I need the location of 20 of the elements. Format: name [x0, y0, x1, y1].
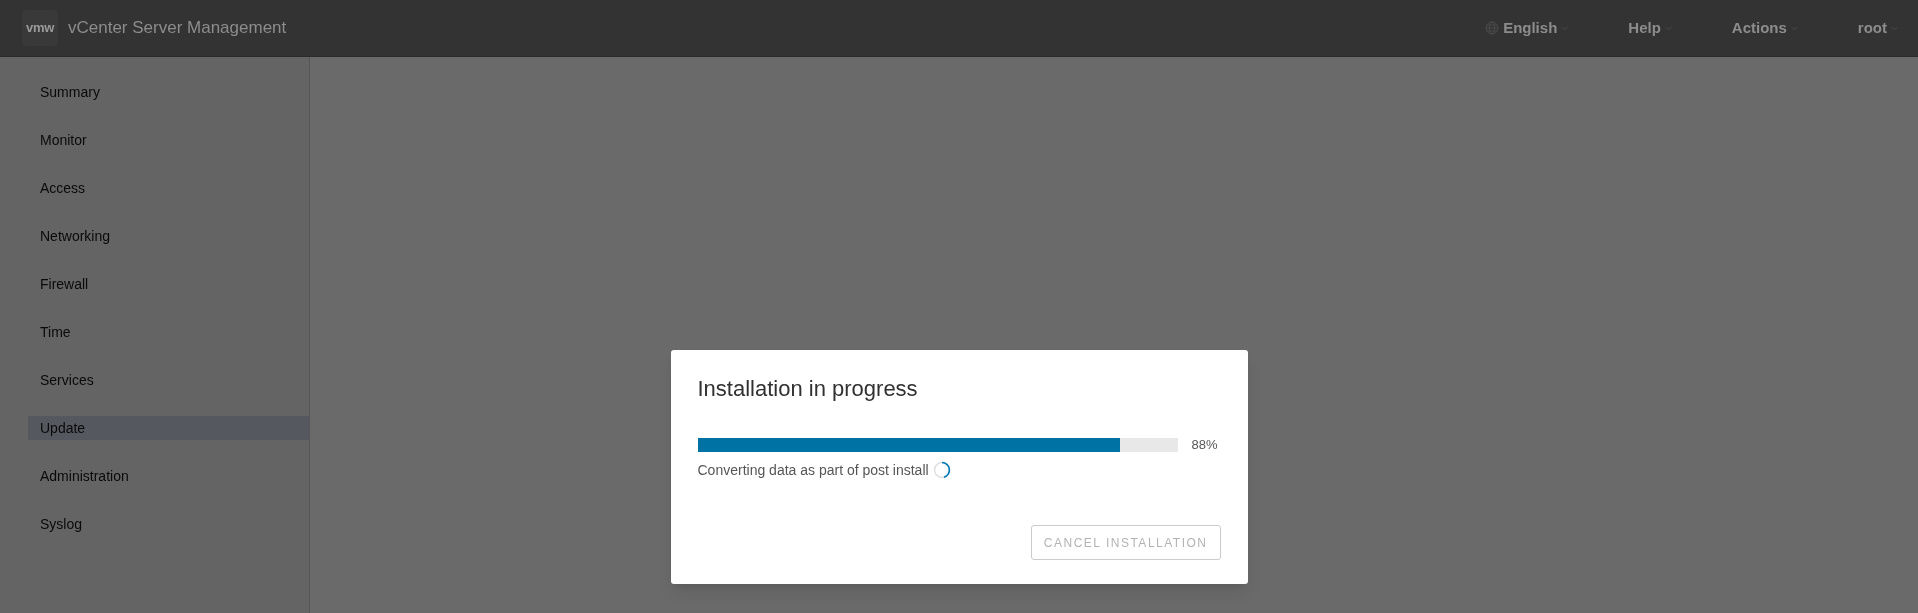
menu-button[interactable]: Actions — [1731, 16, 1798, 40]
dialog-title: Installation in progress — [697, 375, 919, 403]
status-text: Converting data as part of post install — [697, 460, 929, 480]
sidebar-item[interactable]: Syslog — [28, 512, 309, 536]
menu-button[interactable]: Help — [1628, 16, 1672, 40]
sidebar-item[interactable]: Summary — [28, 80, 309, 104]
sidebar-item[interactable]: Networking — [28, 224, 309, 248]
sidebar-item[interactable]: Firewall — [28, 272, 309, 296]
sidebar-item[interactable]: Administration — [28, 464, 309, 488]
sidebar-item[interactable]: Access — [28, 176, 309, 200]
sidebar-item[interactable]: Monitor — [28, 128, 309, 152]
spinner-icon — [932, 461, 951, 479]
app-title: vCenter Server Management — [68, 17, 287, 40]
sidebar-item[interactable]: Update — [28, 416, 309, 440]
menu-button[interactable]: English — [1485, 16, 1569, 40]
logo: vmw — [22, 10, 58, 46]
menu-button[interactable]: root — [1857, 16, 1898, 40]
sidebar-item[interactable]: Services — [28, 368, 309, 392]
sidebar-item[interactable]: Time — [28, 320, 309, 344]
progress-percentage: 88% — [1191, 436, 1218, 454]
